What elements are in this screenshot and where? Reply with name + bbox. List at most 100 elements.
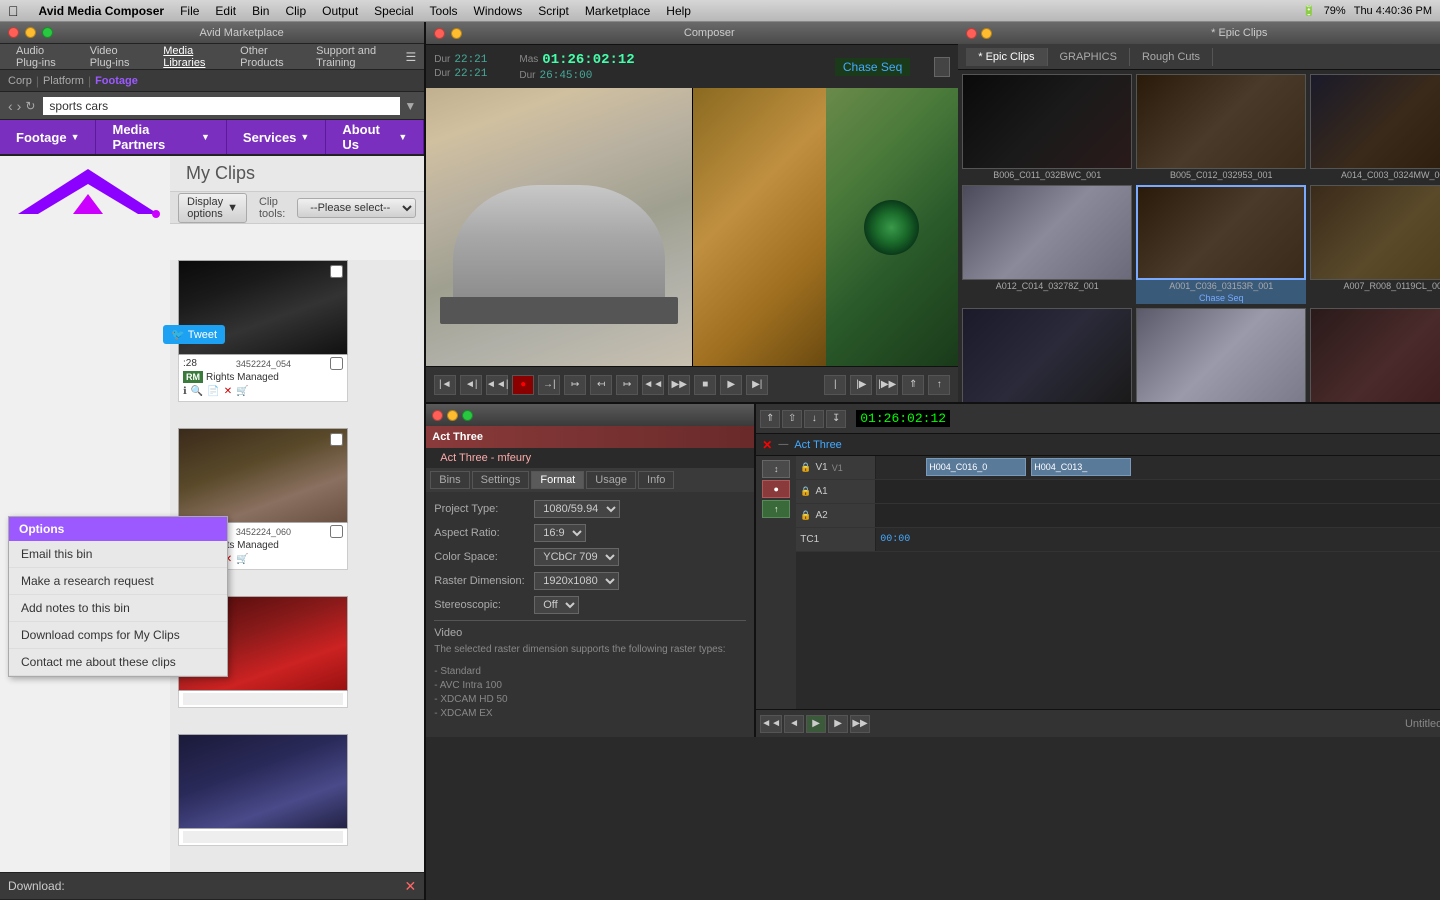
ctrl-extract[interactable]: ↑ [928,375,950,395]
step-fwd-btn[interactable]: ▶ [828,715,848,733]
ctrl-overwrite[interactable]: ↦ [616,375,638,395]
bin-close-btn[interactable] [966,28,977,39]
menu-marketplace[interactable]: Marketplace [585,4,650,18]
track-sync-btn[interactable]: ↕ [762,460,790,478]
clip-h004-c016[interactable]: H004_C016_0 [926,458,1026,476]
composer-min-btn[interactable] [451,28,462,39]
maximize-btn[interactable] [42,27,53,38]
ctrl-play-in-out[interactable]: ▶| [746,375,768,395]
back-icon[interactable]: ‹ [8,98,13,114]
tab-video-plugins[interactable]: Video Plug-ins [82,43,152,71]
v1-lock-icon[interactable]: 🔒 [800,462,811,473]
ctrl-next-10[interactable]: |▶▶ [876,375,898,395]
project-max-btn[interactable] [462,410,473,421]
clip-select[interactable] [330,357,343,370]
ctrl-in-mark[interactable]: |◄ [434,375,456,395]
track-record-btn[interactable]: ● [762,480,790,498]
tab-info[interactable]: Info [638,471,674,489]
step-back-btn[interactable]: ◄ [784,715,804,733]
ctrl-play[interactable]: ▶ [720,375,742,395]
ctrl-next-frame[interactable]: |▶ [850,375,872,395]
close-btn[interactable] [8,27,19,38]
ctrl-lift[interactable]: ⇑ [902,375,924,395]
a1-lock-icon[interactable]: 🔒 [800,486,811,497]
nav-about-us[interactable]: About Us ▼ [326,120,424,154]
ctrl-fast-forward[interactable]: ▶▶ [668,375,690,395]
stereoscopic-select[interactable]: Off [534,596,579,614]
bin-min-btn[interactable] [981,28,992,39]
display-options-button[interactable]: Display options ▼ [178,193,247,223]
tab-audio-plugins[interactable]: Audio Plug-ins [8,43,78,71]
bin-thumb[interactable] [1310,74,1440,169]
bin-thumb[interactable] [1310,308,1440,402]
breadcrumb-platform[interactable]: Platform [43,75,84,87]
menu-help[interactable]: Help [666,4,691,18]
menu-clip[interactable]: Clip [285,4,306,18]
tab-media-libraries[interactable]: Media Libraries [155,43,228,71]
right-monitor[interactable] [693,88,959,366]
composer-close-btn[interactable] [434,28,445,39]
fast-fwd-btn[interactable]: ▶▶ [850,715,870,733]
tl-lift-btn[interactable]: ⇧ [782,410,802,428]
refresh-icon[interactable]: ↻ [25,99,35,113]
tl-extract-btn[interactable]: ⇑ [760,410,780,428]
a2-lock-icon[interactable]: 🔒 [800,510,811,521]
ctrl-prev-frame[interactable]: ◄| [460,375,482,395]
bin-tab-graphics[interactable]: GRAPHICS [1048,48,1130,66]
option-add-notes[interactable]: Add notes to this bin [9,595,227,622]
clip-checkbox[interactable] [330,265,343,278]
ctrl-out-mark[interactable]: | [824,375,846,395]
raster-dimension-select[interactable]: 1920x1080 [534,572,619,590]
clip-cart-icon[interactable]: 🛒 [236,554,248,565]
bin-tab-epic-clips[interactable]: * Epic Clips [966,48,1047,66]
tab-bins[interactable]: Bins [430,471,469,489]
tab-support[interactable]: Support and Training [308,43,401,71]
menu-output[interactable]: Output [322,4,358,18]
bin-thumb[interactable] [962,308,1132,402]
apple-menu[interactable]:  [8,3,19,19]
tab-usage[interactable]: Usage [586,471,636,489]
list-icon[interactable]: ☰ [405,50,416,64]
option-email-bin[interactable]: Email this bin [9,541,227,568]
clip-search-icon[interactable]: 🔍 [191,386,203,397]
clip-thumbnail[interactable] [178,428,348,523]
nav-media-partners[interactable]: Media Partners ▼ [96,120,226,154]
bin-thumb[interactable] [1136,185,1306,280]
ctrl-go-to-in[interactable]: →| [538,375,560,395]
ctrl-match-frame[interactable]: ↦ [564,375,586,395]
menu-file[interactable]: File [180,4,199,18]
sequence-scroll[interactable] [934,57,950,77]
clip-thumbnail[interactable] [178,734,348,829]
bin-thumb[interactable] [1310,185,1440,280]
clip-tools-select[interactable]: --Please select-- [297,198,416,218]
minimize-btn[interactable] [25,27,36,38]
breadcrumb-corp[interactable]: Corp [8,75,32,87]
rewind-btn[interactable]: ◄◄ [760,715,782,733]
tweet-button[interactable]: 🐦 Tweet [163,325,225,344]
menu-edit[interactable]: Edit [215,4,236,18]
play-btn[interactable]: ▶ [806,715,826,733]
tl-splice-btn[interactable]: ↓ [804,410,824,428]
clip-delete-icon[interactable]: ✕ [224,386,232,397]
nav-services[interactable]: Services ▼ [227,120,326,154]
option-download-comps[interactable]: Download comps for My Clips [9,622,227,649]
project-type-select[interactable]: 1080/59.94 [534,500,620,518]
nav-footage[interactable]: Footage ▼ [0,120,96,154]
clip-h004-c013[interactable]: H004_C013_ [1031,458,1131,476]
menu-script[interactable]: Script [538,4,569,18]
clip-select[interactable] [330,525,343,538]
ctrl-splice[interactable]: ↤ [590,375,612,395]
download-x-icon[interactable]: ✕ [405,878,417,895]
bin-thumb[interactable] [962,74,1132,169]
menu-tools[interactable]: Tools [430,4,458,18]
clip-checkbox[interactable] [330,433,343,446]
clip-info-icon[interactable]: ℹ [183,386,187,397]
option-research-request[interactable]: Make a research request [9,568,227,595]
color-space-select[interactable]: YCbCr 709 [534,548,619,566]
aspect-ratio-select[interactable]: 16:9 [534,524,586,542]
project-min-btn[interactable] [447,410,458,421]
tab-settings[interactable]: Settings [472,471,530,489]
option-contact[interactable]: Contact me about these clips [9,649,227,676]
bin-thumb[interactable] [1136,74,1306,169]
tab-other-products[interactable]: Other Products [232,43,304,71]
